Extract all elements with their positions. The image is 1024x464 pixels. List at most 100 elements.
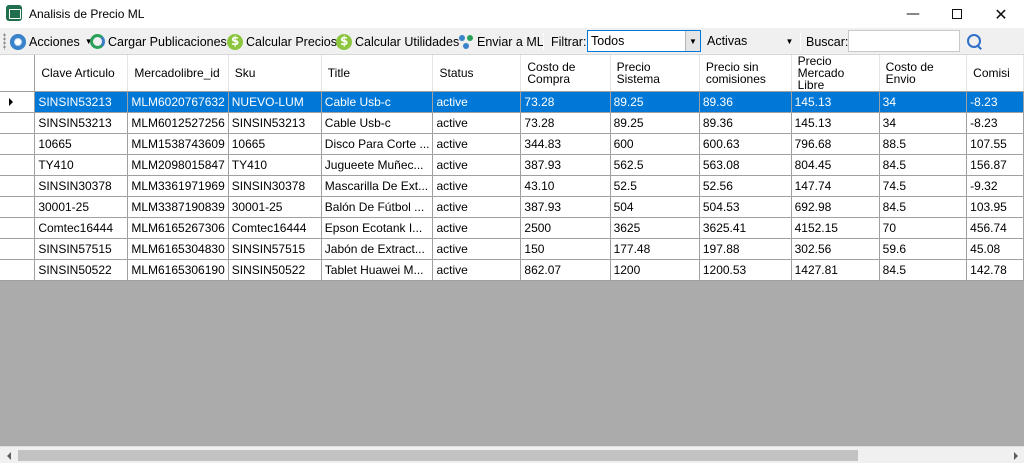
table-cell[interactable]: 52.56 <box>699 175 792 197</box>
table-cell[interactable]: 10665 <box>34 133 129 155</box>
table-cell[interactable]: 3625 <box>610 217 700 239</box>
table-row[interactable]: TY410 MLM2098015847 TY410 Jugueete Muñec...… <box>0 154 1024 176</box>
row-header[interactable] <box>0 259 36 281</box>
table-cell[interactable]: 147.74 <box>791 175 880 197</box>
table-cell[interactable]: 302.56 <box>791 238 880 260</box>
table-cell[interactable]: active <box>432 154 522 176</box>
table-cell[interactable]: SINSIN57515 <box>34 238 129 260</box>
table-cell[interactable]: Disco Para Corte ... <box>321 133 434 155</box>
filtrar-combobox[interactable]: Todos ▼ <box>587 30 701 52</box>
table-cell[interactable]: SINSIN57515 <box>228 238 322 260</box>
table-cell[interactable]: 600.63 <box>699 133 792 155</box>
table-cell[interactable]: 3625.41 <box>699 217 792 239</box>
chevron-down-icon[interactable]: ▼ <box>685 31 700 51</box>
row-header[interactable] <box>0 196 36 218</box>
table-cell[interactable]: 74.5 <box>879 175 968 197</box>
table-row[interactable]: 10665 MLM1538743609 10665 Disco Para Corte … <box>0 133 1024 155</box>
table-cell[interactable]: 692.98 <box>791 196 880 218</box>
table-cell[interactable]: 1427.81 <box>791 259 880 281</box>
table-row[interactable]: SINSIN50522 MLM6165306190 SINSIN50522 Table… <box>0 259 1024 281</box>
table-cell[interactable]: Epson Ecotank I... <box>321 217 434 239</box>
table-cell[interactable]: 84.5 <box>879 196 968 218</box>
table-cell[interactable]: 4152.15 <box>791 217 880 239</box>
table-row[interactable]: 30001-25 MLM3387190839 30001-25 Balón De Fú… <box>0 196 1024 218</box>
table-cell[interactable]: 600 <box>610 133 700 155</box>
row-header[interactable] <box>0 154 36 176</box>
table-cell[interactable]: MLM6012527256 <box>127 112 229 134</box>
maximize-button[interactable] <box>934 0 980 28</box>
column-header[interactable]: Title <box>321 55 434 92</box>
table-cell[interactable]: 387.93 <box>520 196 611 218</box>
row-header[interactable] <box>0 238 36 260</box>
table-cell[interactable]: 1200 <box>610 259 700 281</box>
table-cell[interactable]: Cable Usb-c <box>321 91 434 113</box>
table-cell[interactable]: SINSIN53213 <box>34 91 129 113</box>
table-cell[interactable]: NUEVO-LUM <box>228 91 322 113</box>
table-cell[interactable]: 84.5 <box>879 259 968 281</box>
horizontal-scrollbar[interactable] <box>0 446 1024 463</box>
table-cell[interactable]: SINSIN50522 <box>34 259 129 281</box>
table-cell[interactable]: Comtec16444 <box>228 217 322 239</box>
table-cell[interactable]: 84.5 <box>879 154 968 176</box>
table-cell[interactable]: active <box>432 133 522 155</box>
table-cell[interactable]: 387.93 <box>520 154 611 176</box>
table-cell[interactable]: 142.78 <box>966 259 1024 281</box>
table-cell[interactable]: 52.5 <box>610 175 700 197</box>
column-header[interactable]: Status <box>432 55 522 92</box>
table-cell[interactable]: Tablet Huawei M... <box>321 259 434 281</box>
table-cell[interactable]: Mascarilla De Ext... <box>321 175 434 197</box>
table-cell[interactable]: SINSIN50522 <box>228 259 322 281</box>
table-cell[interactable]: 1200.53 <box>699 259 792 281</box>
table-cell[interactable]: SINSIN30378 <box>228 175 322 197</box>
table-cell[interactable]: SINSIN53213 <box>228 112 322 134</box>
table-cell[interactable]: 34 <box>879 91 968 113</box>
table-cell[interactable]: 344.83 <box>520 133 611 155</box>
table-cell[interactable]: MLM3387190839 <box>127 196 229 218</box>
table-cell[interactable]: 563.08 <box>699 154 792 176</box>
enviar-ml-button[interactable]: Enviar a ML <box>458 32 544 51</box>
scroll-left-icon[interactable] <box>0 447 17 464</box>
column-header[interactable]: Precio Mercado Libre <box>791 55 880 92</box>
table-cell[interactable]: 504 <box>610 196 700 218</box>
table-row[interactable]: SINSIN57515 MLM6165304830 SINSIN57515 Jabón… <box>0 238 1024 260</box>
row-header[interactable] <box>0 175 36 197</box>
table-cell[interactable]: 34 <box>879 112 968 134</box>
table-cell[interactable]: 88.5 <box>879 133 968 155</box>
column-header[interactable]: Costo de Envio <box>879 55 968 92</box>
column-header[interactable]: Costo de Compra <box>520 55 611 92</box>
table-cell[interactable]: 43.10 <box>520 175 611 197</box>
table-cell[interactable]: MLM1538743609 <box>127 133 229 155</box>
column-header[interactable]: Precio sin comisiones <box>699 55 792 92</box>
acciones-dropdown-button[interactable]: Acciones ▼ <box>10 32 93 51</box>
table-cell[interactable]: Jugueete Muñec... <box>321 154 434 176</box>
calcular-precios-button[interactable]: Calcular Precios <box>227 32 337 51</box>
table-cell[interactable]: 107.55 <box>966 133 1024 155</box>
table-cell[interactable]: -9.32 <box>966 175 1024 197</box>
table-cell[interactable]: TY410 <box>228 154 322 176</box>
table-cell[interactable]: active <box>432 196 522 218</box>
table-cell[interactable]: active <box>432 217 522 239</box>
minimize-button[interactable]: — <box>890 0 936 28</box>
column-header[interactable]: Comisi <box>966 55 1024 92</box>
table-cell[interactable]: 89.36 <box>699 112 792 134</box>
table-cell[interactable]: Balón De Fútbol ... <box>321 196 434 218</box>
table-cell[interactable]: MLM6165304830 <box>127 238 229 260</box>
table-cell[interactable]: active <box>432 112 522 134</box>
cargar-publicaciones-button[interactable]: Cargar Publicaciones <box>90 32 227 51</box>
table-cell[interactable]: 70 <box>879 217 968 239</box>
table-cell[interactable]: 197.88 <box>699 238 792 260</box>
close-button[interactable]: ✕ <box>978 0 1024 28</box>
table-row[interactable]: SINSIN30378 MLM3361971969 SINSIN30378 Masca… <box>0 175 1024 197</box>
table-cell[interactable]: 10665 <box>228 133 322 155</box>
row-header[interactable] <box>0 133 36 155</box>
table-cell[interactable]: active <box>432 91 522 113</box>
table-row[interactable]: SINSIN53213 MLM6012527256 SINSIN53213 Cable… <box>0 112 1024 134</box>
table-cell[interactable]: 45.08 <box>966 238 1024 260</box>
table-cell[interactable]: MLM6165267306 <box>127 217 229 239</box>
table-cell[interactable]: active <box>432 175 522 197</box>
table-cell[interactable]: 796.68 <box>791 133 880 155</box>
table-cell[interactable]: 177.48 <box>610 238 700 260</box>
estado-combobox[interactable]: Activas ▼ <box>703 30 798 52</box>
table-cell[interactable]: -8.23 <box>966 91 1024 113</box>
table-cell[interactable]: MLM2098015847 <box>127 154 229 176</box>
